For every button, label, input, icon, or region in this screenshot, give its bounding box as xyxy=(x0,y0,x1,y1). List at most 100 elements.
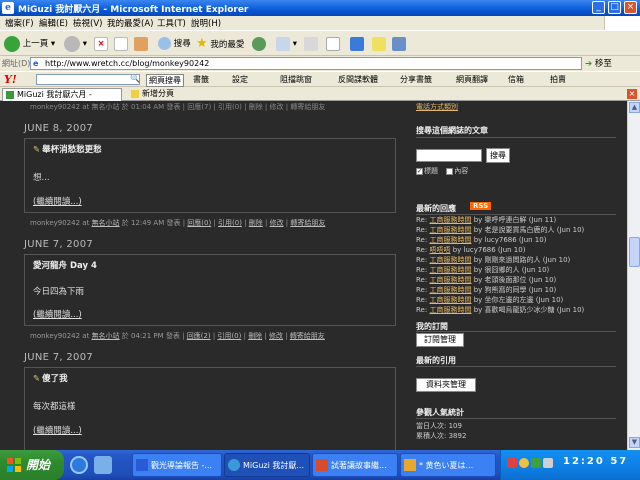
menu-view[interactable]: 檢視(V) xyxy=(73,17,102,29)
taskbar-item-music[interactable]: * 黄色い夏は... xyxy=(400,453,496,477)
taskbar-item-story[interactable]: 試著讓故事繼... xyxy=(312,453,398,477)
forward-link[interactable]: 轉寄給朋友 xyxy=(290,219,325,227)
edit-link[interactable]: 修改 xyxy=(270,219,284,227)
comments-link[interactable]: 回應(2) xyxy=(187,332,211,340)
comments-link[interactable]: 回應(0) xyxy=(187,219,211,227)
discuss-button[interactable] xyxy=(350,35,364,53)
research-button[interactable] xyxy=(392,35,406,53)
comment-item[interactable]: Re: 唔唔唔 by lucy7686 (Jun 10) xyxy=(416,245,584,255)
bookmarks-menu[interactable]: 書籤 xyxy=(193,74,209,85)
comment-item[interactable]: Re: 工商服務時間 by 老頭後面那位 (Jun 10) xyxy=(416,275,584,285)
address-input[interactable]: e http://www.wretch.cc/blog/monkey90242 xyxy=(30,57,582,70)
menu-edit[interactable]: 編輯(E) xyxy=(39,17,68,29)
meta-site-link[interactable]: 無名小站 xyxy=(92,332,120,340)
title-checkbox-label: 標題 xyxy=(424,167,438,175)
maximize-button[interactable]: □ xyxy=(608,1,621,14)
messenger-icon xyxy=(372,36,386,51)
comment-item[interactable]: Re: 工商服務時間 by 老是說要買馬白鹿的人 (Jun 10) xyxy=(416,225,584,235)
taskbar-item-report[interactable]: 觀光導論報告 -... xyxy=(132,453,222,477)
ie-app-icon[interactable]: e xyxy=(2,2,14,14)
go-button[interactable]: ➔ 移至 xyxy=(585,57,612,69)
share-bookmarks-button[interactable]: 分享書籤 xyxy=(400,74,432,85)
content-checkbox[interactable] xyxy=(446,167,454,175)
start-button[interactable]: 開始 xyxy=(0,450,64,480)
delete-link[interactable]: 刪除 xyxy=(248,332,262,340)
close-tab-button[interactable]: × xyxy=(627,89,637,99)
title-bar[interactable]: e MiGuzi 我討厭六月 - Microsoft Internet Expl… xyxy=(0,0,640,16)
read-more-link[interactable]: (繼續閱讀...) xyxy=(33,195,82,207)
edit-link[interactable]: 修改 xyxy=(269,332,283,340)
web-search-button[interactable]: 網頁搜尋 xyxy=(146,74,184,87)
print-button[interactable] xyxy=(304,35,318,53)
popup-blocker-button[interactable]: 阻擋跳窗 xyxy=(280,74,312,85)
search-button[interactable]: 搜尋 xyxy=(158,35,191,53)
back-button[interactable]: 上一頁 ▾ xyxy=(4,35,55,53)
favorites-button[interactable]: ★ 我的最愛 xyxy=(196,35,244,53)
mail-button[interactable]: ▾ xyxy=(276,35,297,53)
scroll-up-icon[interactable]: ▲ xyxy=(629,102,640,113)
new-tab-button[interactable]: 新增分頁 xyxy=(128,88,188,101)
trackback-link[interactable]: 引用(0) xyxy=(218,219,242,227)
forward-button[interactable]: ▾ xyxy=(64,35,87,53)
menu-help[interactable]: 說明(H) xyxy=(191,17,221,29)
tray-volume-icon[interactable] xyxy=(543,458,553,468)
comment-item[interactable]: Re: 工商服務時間 by 剛剛來過問路的人 (Jun 10) xyxy=(416,255,584,265)
stop-button[interactable]: × xyxy=(94,35,108,53)
blog-search-input[interactable] xyxy=(416,149,482,162)
trackback-link[interactable]: 引用(0) xyxy=(217,332,241,340)
forward-arrow-icon xyxy=(64,35,80,52)
post-title[interactable]: 愛河龍舟 Day 4 xyxy=(33,259,97,271)
quicklaunch-ie-icon[interactable] xyxy=(70,456,88,474)
folder-manage-button[interactable]: 資料夾管理 xyxy=(416,378,476,392)
sidebar-top-link[interactable]: 電話方式類別 xyxy=(416,102,458,112)
comment-item[interactable]: Re: 工商服務時間 by 很囧鄉的人 (Jun 10) xyxy=(416,265,584,275)
forward-link[interactable]: 轉寄給朋友 xyxy=(290,332,325,340)
comment-item[interactable]: Re: 工商服務時間 by 狗熊窩的同學 (Jun 10) xyxy=(416,285,584,295)
subscribe-manage-button[interactable]: 訂閱管理 xyxy=(416,333,464,347)
clock[interactable]: 12:20 57 xyxy=(563,456,628,467)
tray-network-icon[interactable] xyxy=(531,458,541,468)
menu-file[interactable]: 檔案(F) xyxy=(5,17,34,29)
tab-miguzi[interactable]: MiGuzi 我討厭六月 - xyxy=(2,88,122,101)
quicklaunch-show-desktop-icon[interactable] xyxy=(94,456,112,474)
blog-search-button[interactable]: 搜尋 xyxy=(486,148,510,163)
taskbar-item-ie[interactable]: MiGuzi 我討厭... xyxy=(224,453,310,477)
menu-tools[interactable]: 工具(T) xyxy=(157,17,186,29)
meta-site-link[interactable]: 無名小站 xyxy=(92,219,120,227)
post-title[interactable]: ✎ 傻了我 xyxy=(33,372,68,384)
tray-red-icon[interactable] xyxy=(507,458,517,468)
vertical-scrollbar[interactable]: ▲ ▼ xyxy=(627,101,640,450)
comment-item[interactable]: Re: 工商服務時間 by 喜歡喝烏龍奶少冰少糖 (Jun 10) xyxy=(416,305,584,315)
read-more-link[interactable]: (繼續閱讀...) xyxy=(33,424,82,436)
scroll-down-icon[interactable]: ▼ xyxy=(629,437,640,448)
yahoo-logo-icon[interactable]: Y! xyxy=(4,73,17,86)
settings-menu[interactable]: 設定 xyxy=(232,74,248,85)
rss-badge[interactable]: RSS xyxy=(470,202,492,210)
yahoo-search-input[interactable] xyxy=(36,74,140,85)
title-checkbox[interactable]: ✓ xyxy=(416,167,423,175)
mail-button-yahoo[interactable]: 信箱 xyxy=(508,74,524,85)
read-more-link[interactable]: (繼續閱讀...) xyxy=(33,308,82,320)
delete-link[interactable]: 刪除 xyxy=(249,219,263,227)
edit-button[interactable] xyxy=(326,35,340,53)
messenger-button[interactable] xyxy=(372,35,386,53)
close-button[interactable]: × xyxy=(624,1,637,14)
post-title[interactable]: ✎ 舉杯消愁愁更愁 xyxy=(33,143,102,155)
auction-button[interactable]: 拍賣 xyxy=(550,74,566,85)
anti-spyware-button[interactable]: 反間諜軟體 xyxy=(338,74,378,85)
translate-button[interactable]: 網頁翻譯 xyxy=(456,74,488,85)
home-button[interactable] xyxy=(134,35,148,53)
comment-item[interactable]: Re: 工商服務時間 by 樂呼呼連白鮮 (Jun 11) xyxy=(416,215,584,225)
tray-smiley-icon[interactable] xyxy=(519,458,529,468)
refresh-button[interactable] xyxy=(114,35,128,53)
menu-favorites[interactable]: 我的最愛(A) xyxy=(107,17,153,29)
minimize-button[interactable]: _ xyxy=(592,1,605,14)
scroll-thumb[interactable] xyxy=(629,237,640,267)
comments-heading: 最新的回應 xyxy=(416,204,456,213)
history-button[interactable] xyxy=(252,35,266,53)
meta-time: 於 12:49 AM 發表 xyxy=(121,219,181,227)
post-meta-top: monkey90242 at 無名小站 於 01:04 AM 發表 | 回應(7… xyxy=(30,103,326,111)
comment-item[interactable]: Re: 工商服務時間 by lucy7686 (Jun 10) xyxy=(416,235,584,245)
comment-item[interactable]: Re: 工商服務時間 by 坐你左邊的左邊 (Jun 10) xyxy=(416,295,584,305)
magnifier-icon[interactable]: 🔍 xyxy=(130,74,140,83)
